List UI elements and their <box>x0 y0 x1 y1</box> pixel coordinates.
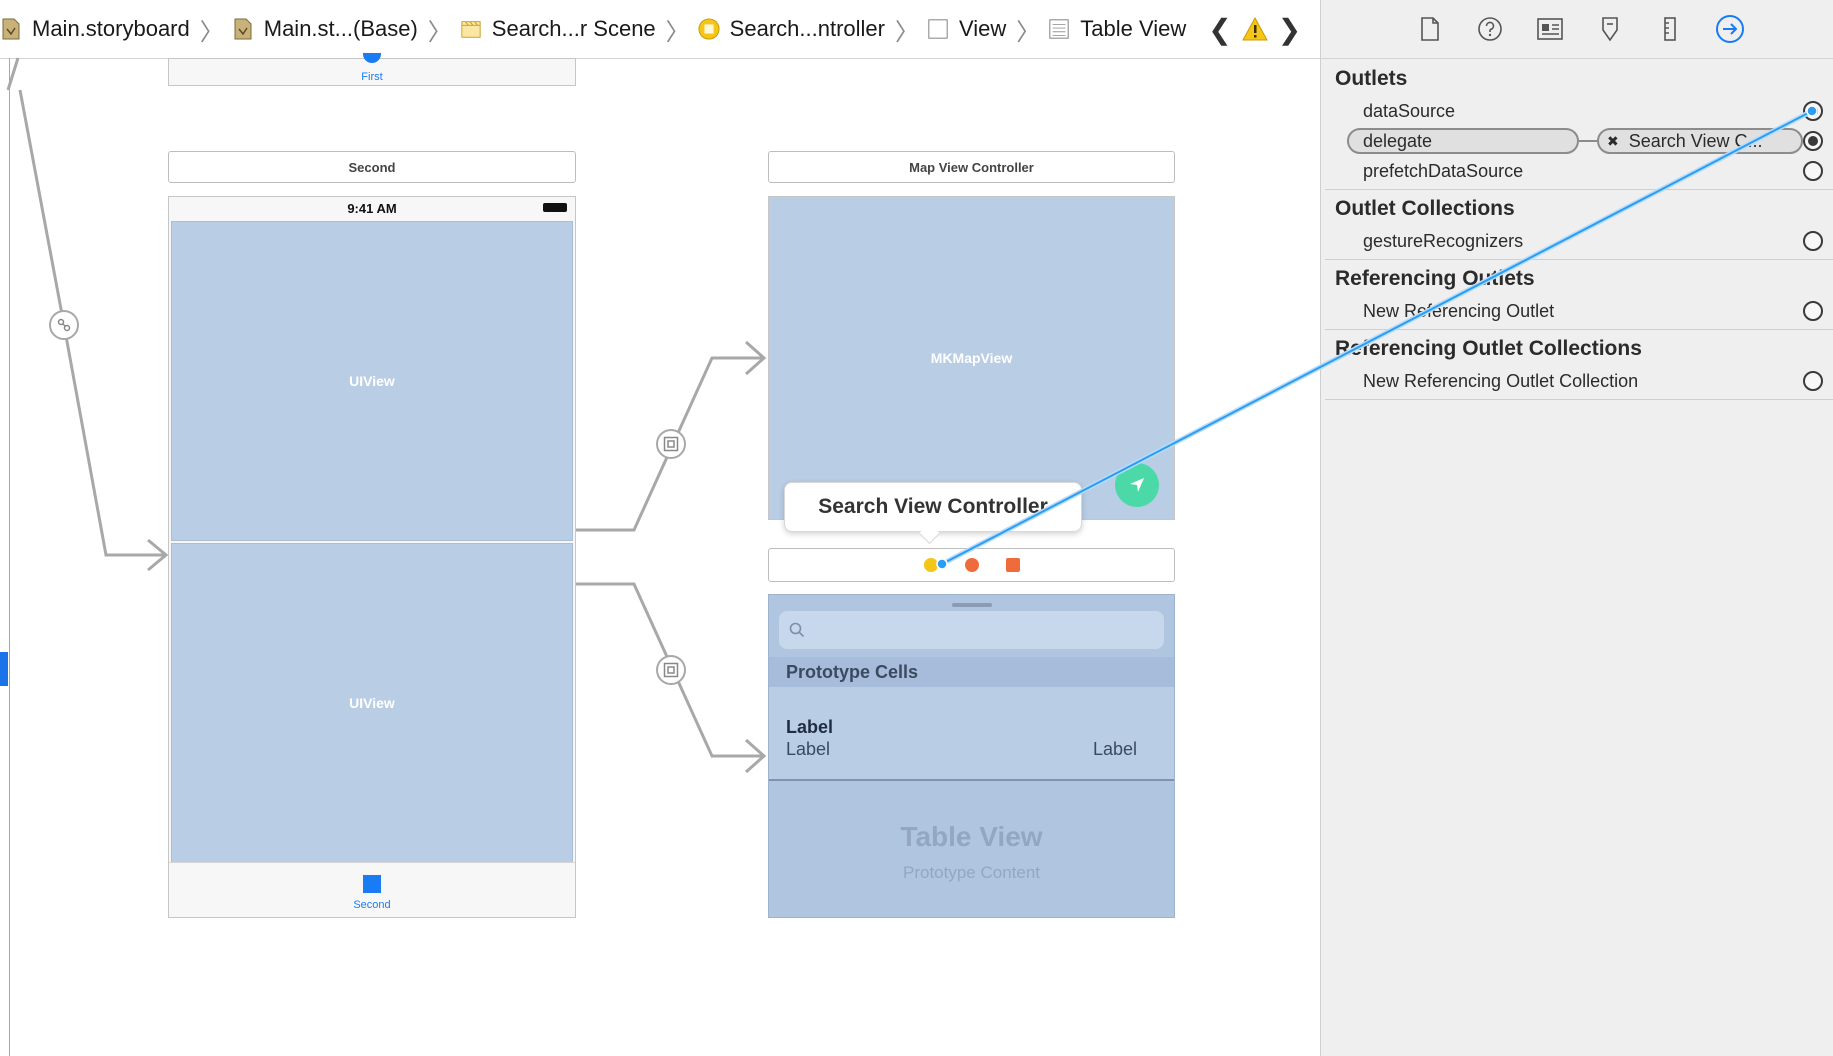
cell-subtitle-label[interactable]: Label <box>786 739 830 760</box>
section-divider <box>1325 189 1833 190</box>
attributes-inspector-icon[interactable] <box>1595 14 1625 44</box>
storyboard-canvas[interactable]: Main.storyboard 〉 Main.st...(Base) 〉 Sea… <box>0 0 1320 1056</box>
outlet-datasource-label: dataSource <box>1363 101 1456 121</box>
location-arrow-icon <box>1130 478 1144 492</box>
gesture-recognizers-label: gestureRecognizers <box>1363 231 1524 251</box>
tab-bar: Second <box>169 862 575 917</box>
outlets-title: Outlets <box>1335 67 1408 90</box>
new-referencing-collection-circle[interactable] <box>1803 371 1823 391</box>
map-view[interactable]: MKMapView <box>769 197 1174 519</box>
map-scene-header[interactable]: Map View Controller <box>768 151 1175 183</box>
remove-connection-icon[interactable]: ✖ <box>1607 133 1619 150</box>
new-referencing-collection-label: New Referencing Outlet Collection <box>1363 371 1639 391</box>
first-scene-tabbar[interactable]: First <box>168 53 576 86</box>
gesture-recognizers-circle[interactable] <box>1803 231 1823 251</box>
pill-connector <box>1579 140 1599 142</box>
second-tab-icon[interactable] <box>363 875 381 893</box>
status-time: 9:41 AM <box>347 200 397 216</box>
battery-icon <box>543 203 567 212</box>
embed-segue-icon[interactable] <box>656 429 686 459</box>
cell-detail-label[interactable]: Label <box>1093 739 1137 760</box>
cell-title-label[interactable]: Label <box>786 717 833 738</box>
table-view-subtitle: Prototype Content <box>902 863 1041 882</box>
outlet-collections-title: Outlet Collections <box>1335 197 1515 220</box>
status-bar: 9:41 AM <box>169 197 575 219</box>
delegate-connection-circle[interactable] <box>1803 131 1823 151</box>
location-button[interactable] <box>1115 463 1159 507</box>
view-controller-icon[interactable] <box>924 558 938 572</box>
inspector-tabs <box>1321 0 1833 59</box>
search-bar[interactable] <box>779 611 1164 649</box>
section-divider <box>1325 259 1833 260</box>
section-divider <box>1325 329 1833 330</box>
tab-icon <box>363 53 381 63</box>
size-inspector-icon[interactable] <box>1655 14 1685 44</box>
drag-handle <box>951 603 992 607</box>
exit-icon[interactable] <box>1006 558 1020 572</box>
connections-inspector-icon[interactable] <box>1715 14 1745 44</box>
prefetch-connection-circle[interactable] <box>1803 161 1823 181</box>
scene-dock[interactable] <box>768 548 1175 582</box>
outlet-prefetch-label: prefetchDataSource <box>1363 161 1524 181</box>
map-view-controller[interactable]: MKMapView <box>768 196 1175 520</box>
relationship-segue-icon[interactable] <box>49 310 79 340</box>
connections-inspector: Outlets dataSource delegate ✖ Search Vie… <box>1320 0 1833 1056</box>
top-uiview[interactable]: UIView <box>171 221 573 541</box>
identity-inspector-icon[interactable] <box>1535 14 1565 44</box>
new-referencing-outlet-label: New Referencing Outlet <box>1363 301 1555 321</box>
table-view-title: Table View <box>900 821 1043 852</box>
datasource-connection-circle[interactable] <box>1803 101 1823 121</box>
embed-segue-icon[interactable] <box>656 655 686 685</box>
search-icon <box>789 622 805 638</box>
second-scene[interactable]: 9:41 AM UIView UIView Second <box>168 196 576 918</box>
outlet-delegate-pill[interactable]: delegate <box>1347 128 1579 154</box>
referencing-collections-title: Referencing Outlet Collections <box>1335 337 1642 360</box>
second-scene-header[interactable]: Second <box>168 151 576 183</box>
bottom-uiview[interactable]: UIView <box>171 543 573 863</box>
first-tab-label: First <box>361 71 383 83</box>
first-responder-icon[interactable] <box>965 558 979 572</box>
table-view[interactable]: Prototype Cells Label Label Label Table … <box>768 594 1175 918</box>
delegate-target-label: Search View C... <box>1628 130 1763 151</box>
file-inspector-icon[interactable] <box>1415 14 1445 44</box>
section-divider <box>1325 399 1833 400</box>
new-referencing-outlet-circle[interactable] <box>1803 301 1823 321</box>
help-icon[interactable] <box>1475 14 1505 44</box>
prototype-cell[interactable]: Label Label Label <box>769 687 1174 781</box>
second-tab-label: Second <box>353 899 391 911</box>
delegate-target-pill[interactable]: ✖ Search View C... <box>1597 128 1803 154</box>
prototype-cells-header: Prototype Cells <box>769 657 1174 687</box>
tooltip: Search View Controller <box>784 482 1082 532</box>
referencing-outlets-title: Referencing Outlets <box>1335 267 1535 290</box>
